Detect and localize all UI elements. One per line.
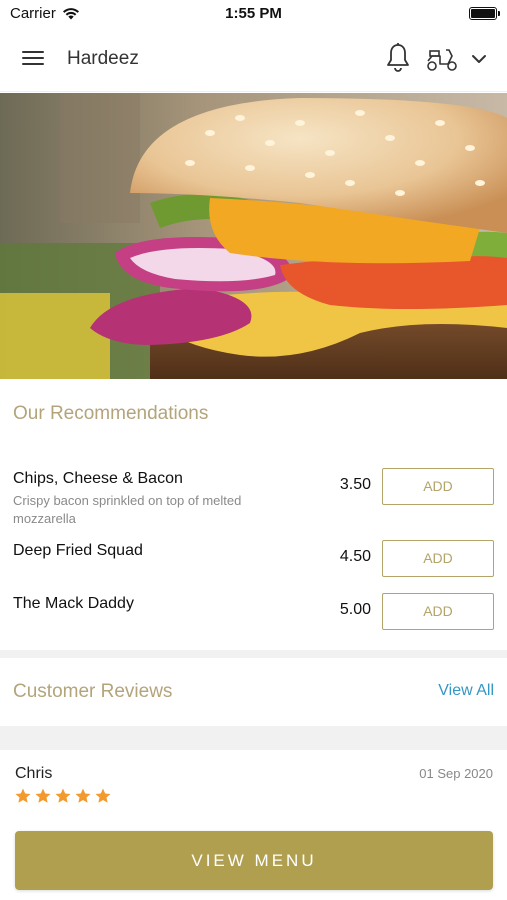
- menu-item-name: Chips, Cheese & Bacon: [13, 470, 183, 487]
- section-divider: [0, 726, 507, 750]
- burger-photo: [0, 93, 507, 379]
- chevron-down-icon[interactable]: [468, 48, 490, 70]
- menu-item-price: 3.50: [339, 476, 371, 493]
- add-button[interactable]: ADD: [382, 593, 494, 630]
- menu-item-description: Crispy bacon sprinkled on top of melted …: [13, 493, 242, 526]
- star-rating: [14, 787, 112, 805]
- menu-item-price: 4.50: [339, 548, 371, 565]
- menu-item-name: Deep Fried Squad: [13, 542, 143, 559]
- star-icon: [55, 788, 71, 803]
- battery-icon: [469, 7, 500, 20]
- recommendations-title: Our Recommendations: [13, 403, 209, 424]
- star-icon: [95, 788, 111, 803]
- scooter-icon[interactable]: [424, 44, 460, 74]
- add-button[interactable]: ADD: [382, 540, 494, 577]
- app-header: Hardeez: [0, 26, 507, 92]
- hamburger-menu-icon[interactable]: [20, 47, 48, 71]
- reviews-title: Customer Reviews: [13, 681, 173, 702]
- restaurant-title: Hardeez: [67, 48, 139, 69]
- menu-item: Deep Fried Squad 4.50 ADD: [0, 540, 507, 582]
- menu-item-name: The Mack Daddy: [13, 595, 134, 612]
- reviewer-name: Chris: [15, 765, 53, 782]
- review-date: 01 Sep 2020: [419, 766, 493, 781]
- status-bar: Carrier 1:55 PM: [0, 0, 507, 26]
- star-icon: [75, 788, 91, 803]
- view-all-link[interactable]: View All: [400, 682, 494, 700]
- star-icon: [35, 788, 51, 803]
- menu-item: Chips, Cheese & Bacon Crispy bacon sprin…: [0, 468, 507, 530]
- add-button[interactable]: ADD: [382, 468, 494, 505]
- star-icon: [15, 788, 31, 803]
- hero-image: [0, 93, 507, 379]
- bell-icon[interactable]: [384, 42, 412, 74]
- status-time: 1:55 PM: [225, 5, 282, 22]
- section-divider: [0, 650, 507, 658]
- menu-item-price: 5.00: [339, 601, 371, 618]
- menu-item: The Mack Daddy 5.00 ADD: [0, 593, 507, 635]
- view-menu-button[interactable]: VIEW MENU: [15, 831, 493, 890]
